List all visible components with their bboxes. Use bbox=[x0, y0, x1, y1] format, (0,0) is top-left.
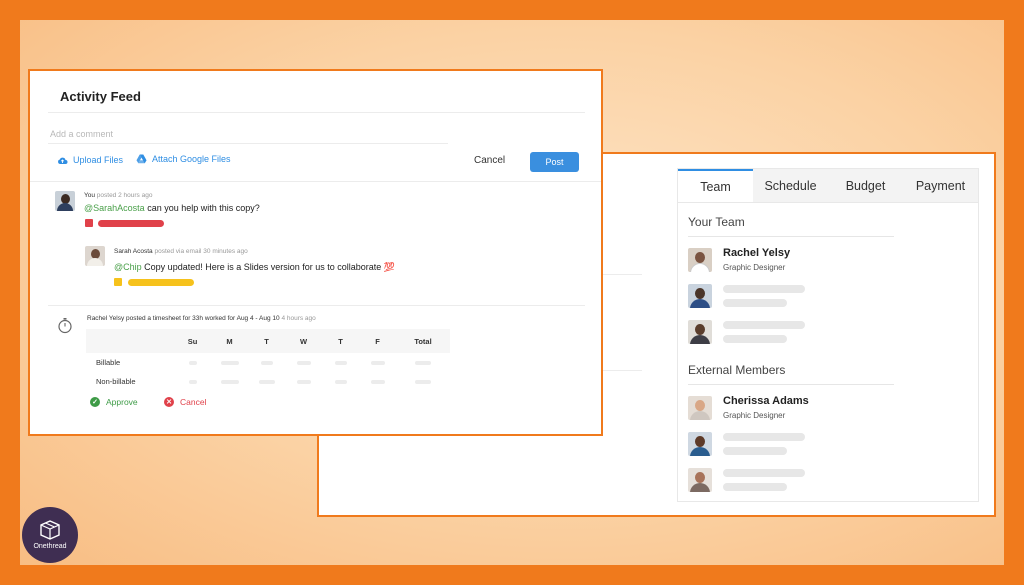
column-header: F bbox=[375, 336, 380, 346]
row-label: Billable bbox=[96, 358, 121, 367]
entry-meta: You posted 2 hours ago bbox=[84, 192, 153, 199]
entry-meta: Sarah Acosta posted via email 30 minutes… bbox=[114, 248, 248, 255]
column-header: W bbox=[299, 336, 308, 346]
column-header: T bbox=[264, 336, 269, 346]
team-member[interactable]: Rachel Yelsy Graphic Designer bbox=[688, 246, 978, 273]
loading-placeholder bbox=[723, 432, 805, 441]
mention-link[interactable]: @Chip bbox=[114, 262, 142, 272]
onethread-logo: Onethread bbox=[22, 507, 78, 563]
timesheet-table: Su M T W T F Total Billable Non-billable bbox=[86, 329, 450, 391]
divider bbox=[688, 236, 894, 237]
entry-message: @SarahAcosta can you help with this copy… bbox=[84, 203, 260, 213]
avatar bbox=[55, 191, 75, 211]
team-member-placeholder bbox=[688, 282, 978, 309]
comment-input[interactable] bbox=[50, 125, 450, 143]
timesheet-row: Billable bbox=[86, 353, 450, 372]
cancel-button[interactable]: Cancel bbox=[474, 155, 505, 166]
member-role: Graphic Designer bbox=[723, 411, 786, 420]
column-header: Su bbox=[187, 336, 198, 346]
attach-google-files-label: Attach Google Files bbox=[152, 154, 231, 164]
cloud-upload-icon bbox=[58, 157, 68, 164]
member-role: Graphic Designer bbox=[723, 263, 786, 272]
pdf-file-icon[interactable] bbox=[85, 219, 93, 227]
logo-text: Onethread bbox=[33, 543, 67, 550]
avatar bbox=[688, 431, 712, 456]
tab-bar: Team Schedule Budget Payment bbox=[678, 169, 978, 203]
loading-placeholder bbox=[723, 468, 805, 477]
tab-team[interactable]: Team bbox=[678, 169, 753, 202]
close-icon: ✕ bbox=[164, 397, 174, 407]
tab-payment[interactable]: Payment bbox=[903, 169, 978, 202]
timesheet-row: Non-billable bbox=[86, 372, 450, 391]
activity-feed-panel: Activity Feed Upload Files Attach Google… bbox=[28, 69, 603, 436]
loading-placeholder bbox=[723, 446, 787, 455]
external-member-placeholder bbox=[688, 430, 978, 457]
avatar bbox=[688, 319, 712, 344]
google-drive-icon bbox=[136, 154, 147, 164]
tab-budget[interactable]: Budget bbox=[828, 169, 903, 202]
avatar bbox=[688, 283, 712, 308]
external-members-title: External Members bbox=[688, 363, 786, 377]
mention-link[interactable]: @SarahAcosta bbox=[84, 203, 145, 213]
upload-files-link[interactable]: Upload Files bbox=[57, 155, 123, 165]
divider bbox=[30, 181, 601, 182]
column-header: M bbox=[226, 336, 233, 346]
divider bbox=[48, 112, 585, 113]
slides-file-icon[interactable] bbox=[114, 278, 122, 286]
attachment-bar[interactable] bbox=[98, 220, 164, 227]
check-icon: ✓ bbox=[90, 397, 100, 407]
loading-placeholder bbox=[723, 482, 787, 491]
avatar bbox=[688, 395, 712, 420]
entry-message: @Chip Copy updated! Here is a Slides ver… bbox=[114, 262, 396, 272]
timesheet-header: Su M T W T F Total bbox=[86, 329, 450, 353]
loading-placeholder bbox=[723, 298, 787, 307]
loading-placeholder bbox=[723, 334, 787, 343]
external-member[interactable]: Cherissa Adams Graphic Designer bbox=[688, 394, 978, 421]
team-card: Team Schedule Budget Payment Your Team R… bbox=[677, 168, 979, 502]
loading-placeholder bbox=[723, 320, 805, 329]
upload-files-label: Upload Files bbox=[73, 155, 124, 165]
member-name: Rachel Yelsy bbox=[723, 247, 791, 259]
avatar bbox=[688, 247, 712, 272]
activity-feed-title: Activity Feed bbox=[60, 89, 141, 104]
external-member-placeholder bbox=[688, 466, 978, 493]
avatar bbox=[688, 467, 712, 492]
loading-placeholder bbox=[723, 284, 805, 293]
tab-schedule[interactable]: Schedule bbox=[753, 169, 828, 202]
approve-button[interactable]: ✓ Approve bbox=[90, 397, 138, 407]
attach-google-files-link[interactable]: Attach Google Files bbox=[136, 154, 231, 164]
divider bbox=[48, 305, 585, 306]
cancel-timesheet-button[interactable]: ✕ Cancel bbox=[164, 397, 206, 407]
post-button[interactable]: Post bbox=[530, 152, 579, 172]
divider bbox=[688, 384, 894, 385]
attachment-bar[interactable] bbox=[128, 279, 194, 286]
divider bbox=[48, 143, 448, 144]
stopwatch-icon bbox=[58, 318, 72, 334]
team-member-placeholder bbox=[688, 318, 978, 345]
avatar bbox=[85, 246, 105, 266]
onethread-logo-icon bbox=[40, 520, 60, 540]
your-team-title: Your Team bbox=[688, 215, 745, 229]
timesheet-meta: Rachel Yelsy posted a timesheet for 33h … bbox=[87, 315, 316, 322]
member-name: Cherissa Adams bbox=[723, 395, 809, 407]
column-header: Total bbox=[414, 336, 432, 346]
column-header: T bbox=[338, 336, 343, 346]
row-label: Non-billable bbox=[96, 377, 136, 386]
